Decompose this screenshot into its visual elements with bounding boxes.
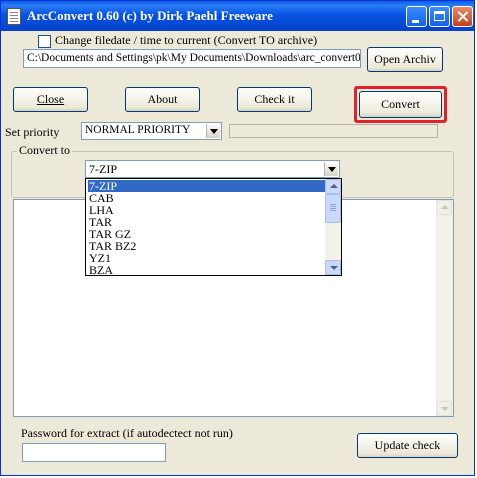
- scroll-thumb[interactable]: [325, 194, 341, 223]
- window-title: ArcConvert 0.60 (c) by Dirk Paehl Freewa…: [27, 8, 273, 23]
- minimize-button[interactable]: [406, 6, 427, 27]
- priority-label: Set priority: [5, 125, 60, 139]
- about-button[interactable]: About: [125, 87, 200, 112]
- update-check-button[interactable]: Update check: [357, 433, 458, 458]
- format-option-tar-bz2[interactable]: TAR BZ2: [88, 240, 325, 252]
- main-window: ArcConvert 0.60 (c) by Dirk Paehl Freewa…: [0, 0, 475, 476]
- priority-select[interactable]: NORMAL PRIORITY: [81, 122, 222, 140]
- convert-to-label: Convert to: [17, 143, 72, 158]
- dropdown-scrollbar[interactable]: [325, 179, 341, 275]
- password-label: Password for extract (if autodectect not…: [21, 426, 233, 440]
- app-icon: [7, 8, 21, 25]
- password-input[interactable]: [22, 443, 166, 462]
- format-option-lha[interactable]: LHA: [88, 204, 325, 216]
- format-option-cab[interactable]: CAB: [88, 192, 325, 204]
- log-scrollbar[interactable]: [436, 200, 453, 416]
- open-archive-button[interactable]: Open Archiv: [367, 47, 443, 72]
- maximize-button[interactable]: [429, 6, 450, 27]
- scroll-up-icon[interactable]: [325, 179, 341, 194]
- check-it-button[interactable]: Check it: [237, 87, 312, 112]
- archive-path-field[interactable]: C:\Documents and Settings\pk\My Document…: [23, 49, 361, 68]
- priority-value: NORMAL PRIORITY: [85, 124, 191, 136]
- scroll-up-icon[interactable]: [436, 200, 452, 215]
- title-bar[interactable]: ArcConvert 0.60 (c) by Dirk Paehl Freewa…: [1, 1, 474, 31]
- format-option-yz1[interactable]: YZ1: [88, 252, 325, 264]
- progress-bar: [229, 124, 438, 138]
- change-filedate-checkbox[interactable]: [38, 35, 51, 48]
- format-option-7zip[interactable]: 7-ZIP: [88, 180, 325, 192]
- close-button[interactable]: Close: [13, 87, 88, 112]
- convert-button[interactable]: Convert: [359, 91, 442, 118]
- chevron-down-icon[interactable]: [206, 124, 220, 138]
- format-value: 7-ZIP: [89, 162, 117, 176]
- format-option-bza[interactable]: BZA: [88, 264, 325, 275]
- chevron-down-icon[interactable]: [324, 162, 338, 176]
- format-select[interactable]: 7-ZIP: [85, 160, 340, 178]
- scroll-down-icon[interactable]: [436, 401, 452, 416]
- format-dropdown-list[interactable]: 7-ZIP CAB LHA TAR TAR GZ TAR BZ2 YZ1 BZA: [85, 178, 342, 276]
- close-button-label: Close: [36, 92, 65, 106]
- change-filedate-label: Change filedate / time to current (Conve…: [55, 33, 318, 47]
- close-window-button[interactable]: [452, 6, 473, 27]
- scroll-down-icon[interactable]: [325, 260, 341, 275]
